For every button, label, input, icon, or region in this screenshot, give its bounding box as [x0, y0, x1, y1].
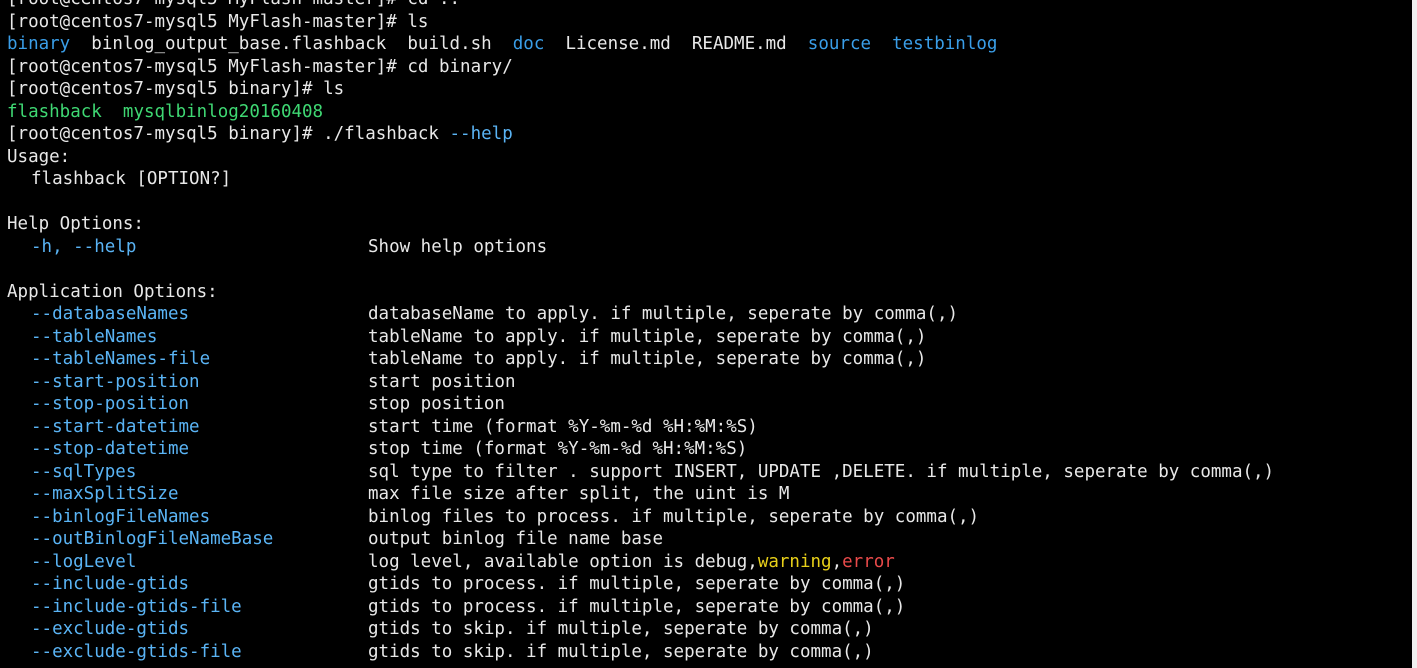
usage-text: flashback [OPTION?] — [31, 169, 232, 189]
exec-entry-flashback: flashback — [7, 101, 102, 122]
option-desc: stop position — [368, 394, 505, 414]
terminal-line-prompt: [root@centos7-mysql5 binary]# ./flashbac… — [7, 123, 1417, 146]
option-name: --tableNames — [31, 326, 158, 347]
help-option-row: -h, --help Show help options — [7, 236, 1417, 259]
terminal-line-partial: [root@centos7-mysql5 MyFlash-master]# cd… — [7, 0, 1417, 11]
option-desc: databaseName to apply. if multiple, sepe… — [368, 304, 959, 324]
option-row: --outBinlogFileNameBase output binlog fil… — [7, 528, 1417, 551]
usage-line: flashback [OPTION?] — [7, 168, 1417, 191]
option-name: --sqlTypes — [31, 461, 137, 482]
shell-command: cd binary/ — [407, 56, 513, 77]
option-row: --exclude-gtids gtids to skip. if multipl… — [7, 618, 1417, 641]
option-name: --include-gtids — [31, 574, 190, 594]
help-options-header: Help Options: — [7, 214, 144, 234]
option-name: --tableNames-file — [31, 349, 211, 369]
option-row: --tableNames tableName to apply. if multi… — [7, 326, 1417, 349]
option-desc: sql type to filter . support INSERT, UPD… — [368, 461, 1275, 482]
option-row: --databaseNames databaseName to apply. if… — [7, 303, 1417, 326]
usage-label: Usage: — [7, 146, 71, 167]
file-entry-binlog: binlog_output_base.flashback — [91, 34, 387, 54]
terminal-line-prompt: [root@centos7-mysql5 MyFlash-master]# cd… — [7, 56, 1417, 79]
option-name: --exclude-gtids — [31, 619, 190, 639]
dir-entry-testbinlog: testbinlog — [892, 34, 998, 54]
option-name: --start-datetime — [31, 416, 200, 437]
option-row: --tableNames-file tableName to apply. if … — [7, 348, 1417, 371]
shell-command-flag: --help — [449, 124, 513, 144]
option-desc-comma: , — [831, 551, 843, 572]
shell-command: ./flashback — [323, 124, 450, 144]
option-desc: gtids to skip. if multiple, seperate by … — [368, 619, 874, 639]
shell-command: ls — [323, 79, 345, 99]
option-row: --include-gtids gtids to process. if mult… — [7, 573, 1417, 596]
option-row: --stop-position stop position — [7, 393, 1417, 416]
file-entry-readme: README.md — [691, 34, 787, 54]
option-row: --sqlTypes sql type to filter . support I… — [7, 461, 1417, 484]
shell-prompt: [root@centos7-mysql5 MyFlash-master]# — [7, 11, 408, 32]
shell-prompt: [root@centos7-mysql5 binary]# — [7, 79, 324, 99]
option-desc: tableName to apply. if multiple, seperat… — [368, 326, 927, 347]
option-name: --maxSplitSize — [31, 484, 179, 504]
option-row: --start-position start position — [7, 371, 1417, 394]
partial-prompt-text: [root@centos7-mysql5 MyFlash-master]# cd… — [7, 0, 460, 9]
terminal-line-prompt: [root@centos7-mysql5 binary]# ls — [7, 78, 1417, 101]
help-option-desc: Show help options — [368, 236, 548, 257]
option-desc: stop time (format %Y-%m-%d %H:%M:%S) — [368, 439, 748, 459]
option-desc: gtids to skip. if multiple, seperate by … — [368, 641, 874, 662]
option-desc-error: error — [842, 551, 895, 572]
option-desc: start position — [368, 371, 516, 392]
option-name: --databaseNames — [31, 304, 190, 324]
dir-entry-source: source — [807, 34, 872, 54]
option-desc: log level, available option is debug, — [368, 551, 758, 572]
terminal-line-ls-output: binary binlog_output_base.flashback buil… — [7, 33, 1417, 56]
option-name: --include-gtids-file — [31, 596, 242, 617]
option-name: --stop-datetime — [31, 439, 190, 459]
option-desc: max file size after split, the uint is M — [368, 484, 790, 504]
help-option-name: -h, --help — [31, 236, 137, 257]
option-row: --logLevel log level, available option is… — [7, 551, 1417, 574]
option-row: --binlogFileNames binlog files to process… — [7, 506, 1417, 529]
option-row: --start-datetime start time (format %Y-%m… — [7, 416, 1417, 439]
option-name: --stop-position — [31, 394, 190, 414]
option-row: --stop-datetime stop time (format %Y-%m-%… — [7, 438, 1417, 461]
option-desc: start time (format %Y-%m-%d %H:%M:%S) — [368, 416, 758, 437]
option-desc: binlog files to process. if multiple, se… — [368, 506, 980, 527]
option-row: --exclude-gtids-file gtids to skip. if mu… — [7, 641, 1417, 664]
option-desc: gtids to process. if multiple, seperate … — [368, 596, 906, 617]
terminal-line-prompt: [root@centos7-mysql5 MyFlash-master]# ls — [7, 11, 1417, 34]
exec-entry-mysqlbinlog: mysqlbinlog20160408 — [122, 101, 324, 122]
terminal-window[interactable]: [root@centos7-mysql5 MyFlash-master]# cd… — [0, 0, 1417, 668]
option-row: --include-gtids-file gtids to process. if… — [7, 596, 1417, 619]
shell-command: ls — [407, 11, 429, 32]
app-options-header: Application Options: — [7, 281, 218, 302]
option-name: --outBinlogFileNameBase — [31, 529, 274, 549]
option-name: --start-position — [31, 371, 200, 392]
file-entry-license: License.md — [565, 34, 671, 54]
option-desc: tableName to apply. if multiple, seperat… — [368, 349, 927, 369]
dir-entry-doc: doc — [512, 34, 545, 54]
option-name: --binlogFileNames — [31, 506, 211, 527]
shell-prompt: [root@centos7-mysql5 binary]# — [7, 124, 324, 144]
shell-prompt: [root@centos7-mysql5 MyFlash-master]# — [7, 56, 408, 77]
option-desc: output binlog file name base — [368, 529, 664, 549]
terminal-line-ls-output: flashback mysqlbinlog20160408 — [7, 101, 1417, 124]
file-entry-build: build.sh — [407, 34, 492, 54]
option-desc: gtids to process. if multiple, seperate … — [368, 574, 906, 594]
option-desc-warning: warning — [757, 551, 832, 572]
option-name: --exclude-gtids-file — [31, 641, 242, 662]
dir-entry-binary: binary — [7, 34, 71, 54]
window-edge — [1412, 0, 1417, 668]
option-name: --logLevel — [31, 551, 137, 572]
option-row: --maxSplitSize max file size after split,… — [7, 483, 1417, 506]
